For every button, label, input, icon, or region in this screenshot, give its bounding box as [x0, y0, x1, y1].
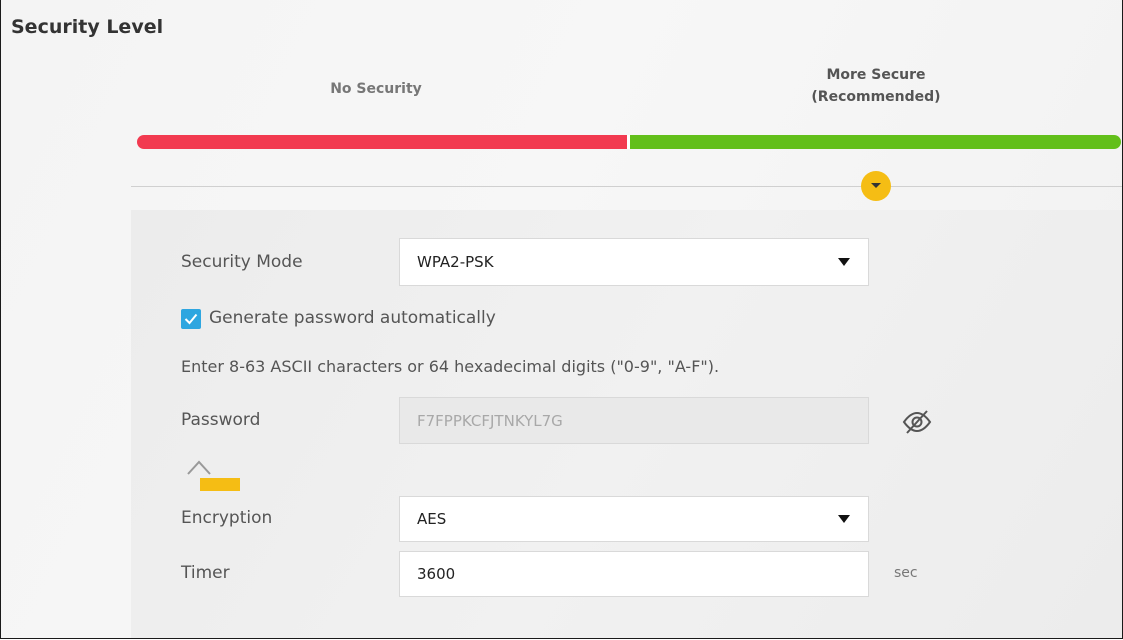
- more-secure-label-line1: More Secure: [826, 67, 926, 83]
- password-label: Password: [181, 410, 261, 430]
- security-mode-select[interactable]: WPA2-PSK: [399, 238, 869, 286]
- timer-unit: sec: [894, 565, 918, 581]
- encryption-label: Encryption: [181, 508, 273, 528]
- eye-slash-icon[interactable]: [901, 408, 933, 436]
- generate-password-label[interactable]: Generate password automatically: [209, 308, 496, 328]
- no-security-segment[interactable]: [137, 135, 627, 149]
- encryption-select[interactable]: AES: [399, 496, 869, 542]
- slider-track-line: [131, 186, 1122, 187]
- password-hint-text: Enter 8-63 ASCII characters or 64 hexade…: [181, 357, 720, 376]
- timer-input[interactable]: 3600: [399, 551, 869, 597]
- password-input[interactable]: F7FPPKCFJTNKYL7G: [399, 397, 869, 444]
- security-mode-label: Security Mode: [181, 252, 303, 272]
- security-level-slider-knob[interactable]: [861, 171, 891, 201]
- password-strength-icon: [187, 460, 240, 491]
- chevron-down-icon: [871, 183, 881, 188]
- more-secure-label[interactable]: More Secure (Recommended): [781, 64, 971, 108]
- checkmark-icon: [184, 313, 198, 325]
- dropdown-caret-icon: [838, 515, 850, 523]
- generate-password-checkbox[interactable]: [181, 309, 201, 329]
- more-secure-segment[interactable]: [630, 135, 1121, 149]
- timer-label: Timer: [181, 563, 230, 583]
- dropdown-caret-icon: [838, 258, 850, 266]
- encryption-value: AES: [417, 510, 447, 528]
- page-title: Security Level: [11, 16, 164, 38]
- security-level-section: Security Level No Security More Secure (…: [0, 0, 1123, 639]
- security-level-bar[interactable]: [137, 135, 1121, 149]
- no-security-label[interactable]: No Security: [301, 78, 451, 100]
- security-mode-value: WPA2-PSK: [417, 253, 494, 271]
- more-secure-label-line2: (Recommended): [811, 89, 941, 105]
